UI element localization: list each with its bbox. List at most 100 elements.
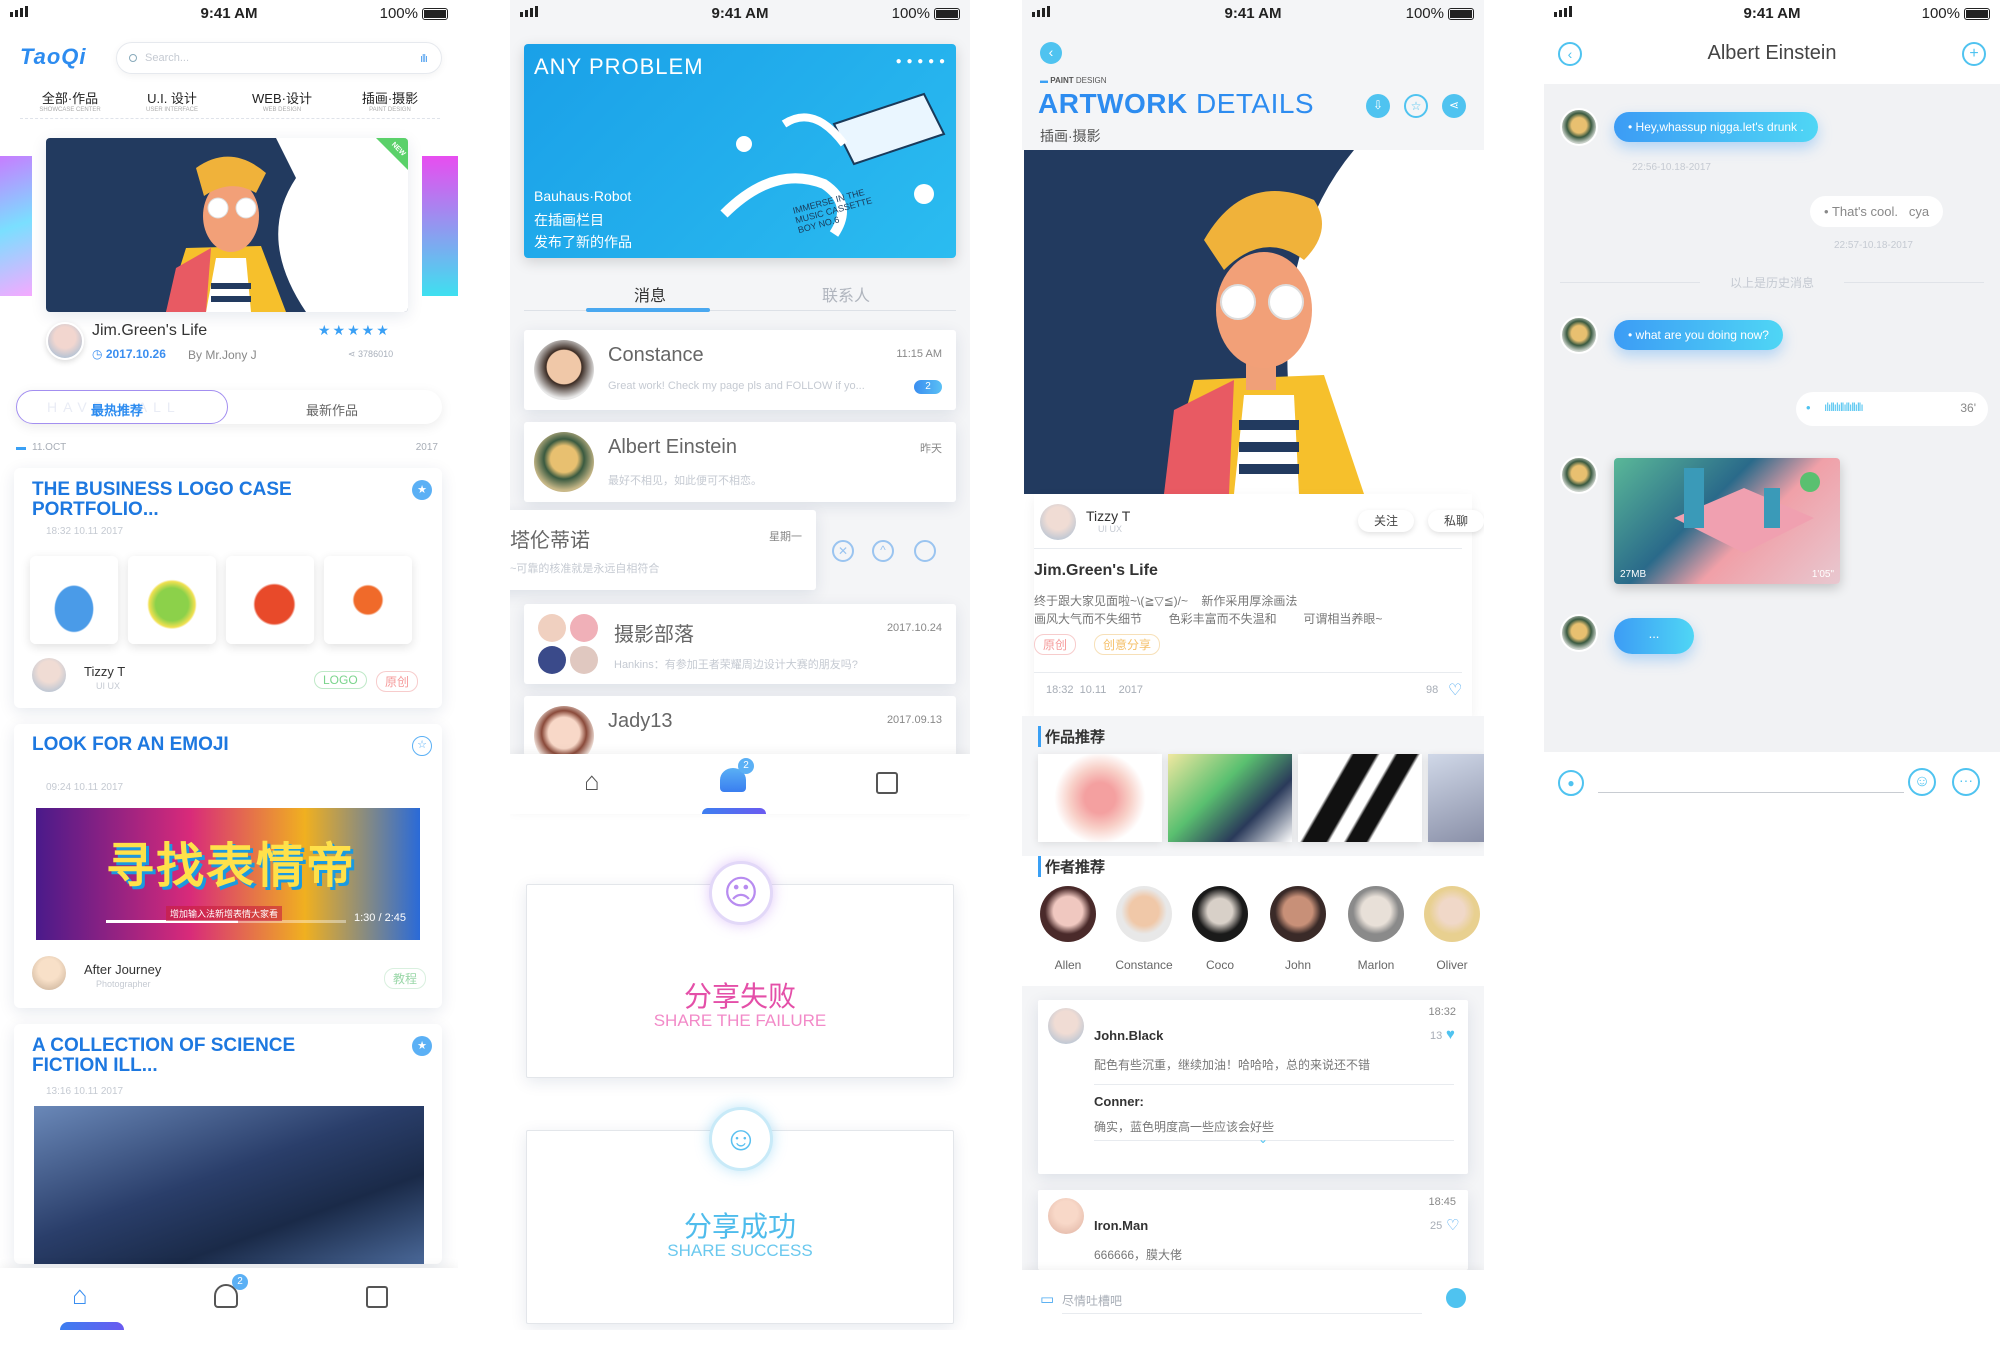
post-author-avatar[interactable] — [32, 658, 66, 692]
logo-squirrel[interactable] — [226, 556, 314, 644]
pin-action-icon[interactable]: ^ — [872, 540, 894, 562]
logo-rabbit[interactable] — [30, 556, 118, 644]
voice-icon[interactable]: ıllı — [420, 53, 428, 65]
message-item[interactable]: Albert Einstein 昨天 最好不相见，如此便可不相恋。 — [524, 422, 956, 502]
comment-text: 配色有些沉重，继续加油！哈哈哈，总的来说还不错 — [1094, 1058, 1371, 1072]
feature-author-avatar[interactable] — [46, 322, 84, 360]
more-icon[interactable]: ··· — [1952, 768, 1980, 796]
chat-title: Albert Einstein — [1707, 42, 1837, 64]
nav-home-icon[interactable]: ⌂ — [72, 1282, 102, 1310]
author-avatar[interactable] — [1116, 886, 1172, 942]
tag-original[interactable]: 原创 — [376, 671, 419, 692]
video-player[interactable]: 寻找表情帝 增加输入法新增表情大家看 1:30 / 2:45 — [36, 808, 420, 940]
work-thumb[interactable] — [1168, 754, 1292, 842]
author-avatar[interactable] — [1270, 886, 1326, 942]
contact-avatar[interactable] — [1560, 456, 1598, 494]
post-time: 13:16 10.11 2017 — [46, 1086, 124, 1097]
artwork-image[interactable] — [1024, 150, 1482, 494]
post-card-emoji[interactable]: LOOK FOR AN EMOJI ☆ 09:24 10.11 2017 寻找表… — [14, 724, 442, 1008]
chat-bubble-outgoing[interactable]: • That's cool. cya — [1810, 196, 1944, 227]
comment-input[interactable]: 尽情吐槽吧 — [1062, 1292, 1422, 1314]
category-tab-ui[interactable]: U.I. 设计 USER INTERFACE — [132, 88, 212, 113]
sad-emoji-icon: ☹ — [709, 861, 773, 925]
contact-avatar[interactable] — [1560, 316, 1598, 354]
message-item[interactable]: 摄影部落 2017.10.24 Hankins：有参加王者荣耀周边设计大赛的朋友… — [524, 604, 956, 684]
banner-title: ANY PROBLEM — [534, 54, 704, 79]
expand-icon[interactable]: ⌄ — [1258, 1132, 1268, 1146]
voice-message[interactable]: • ılıllılıllıllıllıllı 36' — [1796, 392, 1988, 426]
tab-new[interactable]: 最新作品 — [306, 400, 358, 419]
category-tab-showcase[interactable]: 全部·作品 SHOWCASE CENTER — [30, 88, 110, 113]
comment-time: 18:32 — [1428, 1006, 1456, 1018]
emoji-icon[interactable]: ☺ — [1908, 768, 1936, 796]
author-avatar[interactable] — [1192, 886, 1248, 942]
video-time: 1:30 / 2:45 — [354, 912, 406, 924]
work-thumb[interactable] — [1298, 754, 1422, 842]
divider — [1094, 1084, 1454, 1085]
follow-button[interactable]: 关注 — [1358, 510, 1414, 532]
like-icon[interactable]: ♡ — [1446, 1216, 1459, 1234]
delete-action-icon[interactable]: ✕ — [832, 540, 854, 562]
mic-icon[interactable]: ● — [1558, 770, 1584, 796]
commenter-avatar[interactable] — [1048, 1198, 1084, 1234]
tag-logo[interactable]: LOGO — [314, 671, 367, 689]
post-author-avatar[interactable] — [32, 956, 66, 990]
author-avatar[interactable] — [1040, 886, 1096, 942]
carousel-next-peek[interactable] — [422, 156, 458, 296]
tag-creative[interactable]: 创意分享 — [1094, 634, 1161, 655]
author-role: UI UX — [1098, 524, 1123, 534]
carousel-prev-peek[interactable] — [0, 156, 32, 296]
work-thumb[interactable] — [1428, 754, 1484, 842]
comment-card: 18:32 John.Black 13 ♥ 配色有些沉重，继续加油！哈哈哈，总的… — [1038, 1000, 1468, 1174]
feature-card[interactable]: NEW — [46, 138, 408, 312]
contact-avatar[interactable] — [1560, 614, 1598, 652]
divider — [1034, 548, 1462, 549]
video-message[interactable]: 27MB 1'05" — [1614, 458, 1840, 584]
banner[interactable]: ANY PROBLEM ● ● ● ● ● Bauhaus·Robot 在插画栏… — [524, 44, 956, 258]
tab-messages[interactable]: 消息 — [634, 282, 666, 306]
nav-list-icon[interactable] — [876, 772, 898, 794]
tag-original[interactable]: 原创 — [1034, 634, 1077, 655]
author-label: Marlon — [1357, 958, 1395, 972]
message-time: 2017.09.13 — [886, 714, 942, 726]
search-input[interactable]: Search... ıllı — [116, 42, 442, 74]
category-tab-paint[interactable]: 插画·摄影 PAINT DESIGN — [350, 88, 430, 113]
back-icon[interactable]: ‹ — [1040, 42, 1062, 64]
tab-contacts[interactable]: 联系人 — [822, 282, 870, 306]
message-button[interactable]: 私聊 — [1428, 510, 1484, 532]
work-thumb[interactable] — [1038, 754, 1162, 842]
message-item[interactable]: Jady13 2017.09.13 — [524, 696, 956, 756]
author-avatar[interactable] — [1424, 886, 1480, 942]
mark-action-icon[interactable] — [914, 540, 936, 562]
download-icon[interactable]: ⇩ — [1366, 94, 1390, 118]
post-card-scifi[interactable]: A COLLECTION OF SCIENCE FICTION ILL... ★… — [14, 1024, 442, 1264]
chat-bubble-incoming[interactable]: • Hey,whassup nigga.let's drunk . — [1614, 112, 1818, 142]
like-icon[interactable]: ♡ — [1448, 680, 1462, 700]
favorite-icon[interactable]: ☆ — [412, 736, 432, 756]
logo-fox[interactable] — [324, 556, 412, 644]
message-item[interactable]: Constance 11:15 AM Great work! Check my … — [524, 330, 956, 410]
author-bar: Tizzy T UI UX 关注 私聊 Jim.Green's Life 终于跟… — [1034, 494, 1484, 716]
category-tab-web[interactable]: WEB·设计 WEB DESIGN — [242, 88, 322, 113]
contact-avatar[interactable] — [1560, 108, 1598, 146]
favorite-icon[interactable]: ☆ — [1404, 94, 1428, 118]
group-avatar — [570, 614, 598, 642]
chat-input[interactable] — [1598, 792, 1904, 793]
favorite-icon[interactable]: ★ — [412, 1036, 432, 1056]
nav-list-icon[interactable] — [366, 1286, 388, 1308]
nav-home-icon[interactable]: ⌂ — [584, 768, 614, 794]
favorite-icon[interactable]: ★ — [412, 480, 432, 500]
like-icon[interactable]: ♥ — [1446, 1026, 1455, 1043]
logo-bird[interactable] — [128, 556, 216, 644]
author-avatar[interactable] — [1040, 504, 1076, 540]
chat-bubble-incoming[interactable]: • what are you doing now? — [1614, 320, 1783, 350]
share-icon[interactable]: ⋖ — [1442, 94, 1466, 118]
message-item-swiped[interactable]: 塔伦蒂诺 星期一 ~可靠的核准就是永远自相符合 — [510, 510, 816, 590]
commenter-avatar[interactable] — [1048, 1008, 1084, 1044]
author-avatar[interactable] — [1348, 886, 1404, 942]
tag-tutorial[interactable]: 教程 — [384, 968, 427, 989]
add-icon[interactable]: + — [1962, 42, 1986, 66]
post-card-logo[interactable]: THE BUSINESS LOGO CASE PORTFOLIO... ★ 18… — [14, 468, 442, 708]
tab-hot[interactable]: HAVE · ALL 最热推荐 — [16, 390, 228, 424]
send-icon[interactable] — [1446, 1288, 1466, 1308]
